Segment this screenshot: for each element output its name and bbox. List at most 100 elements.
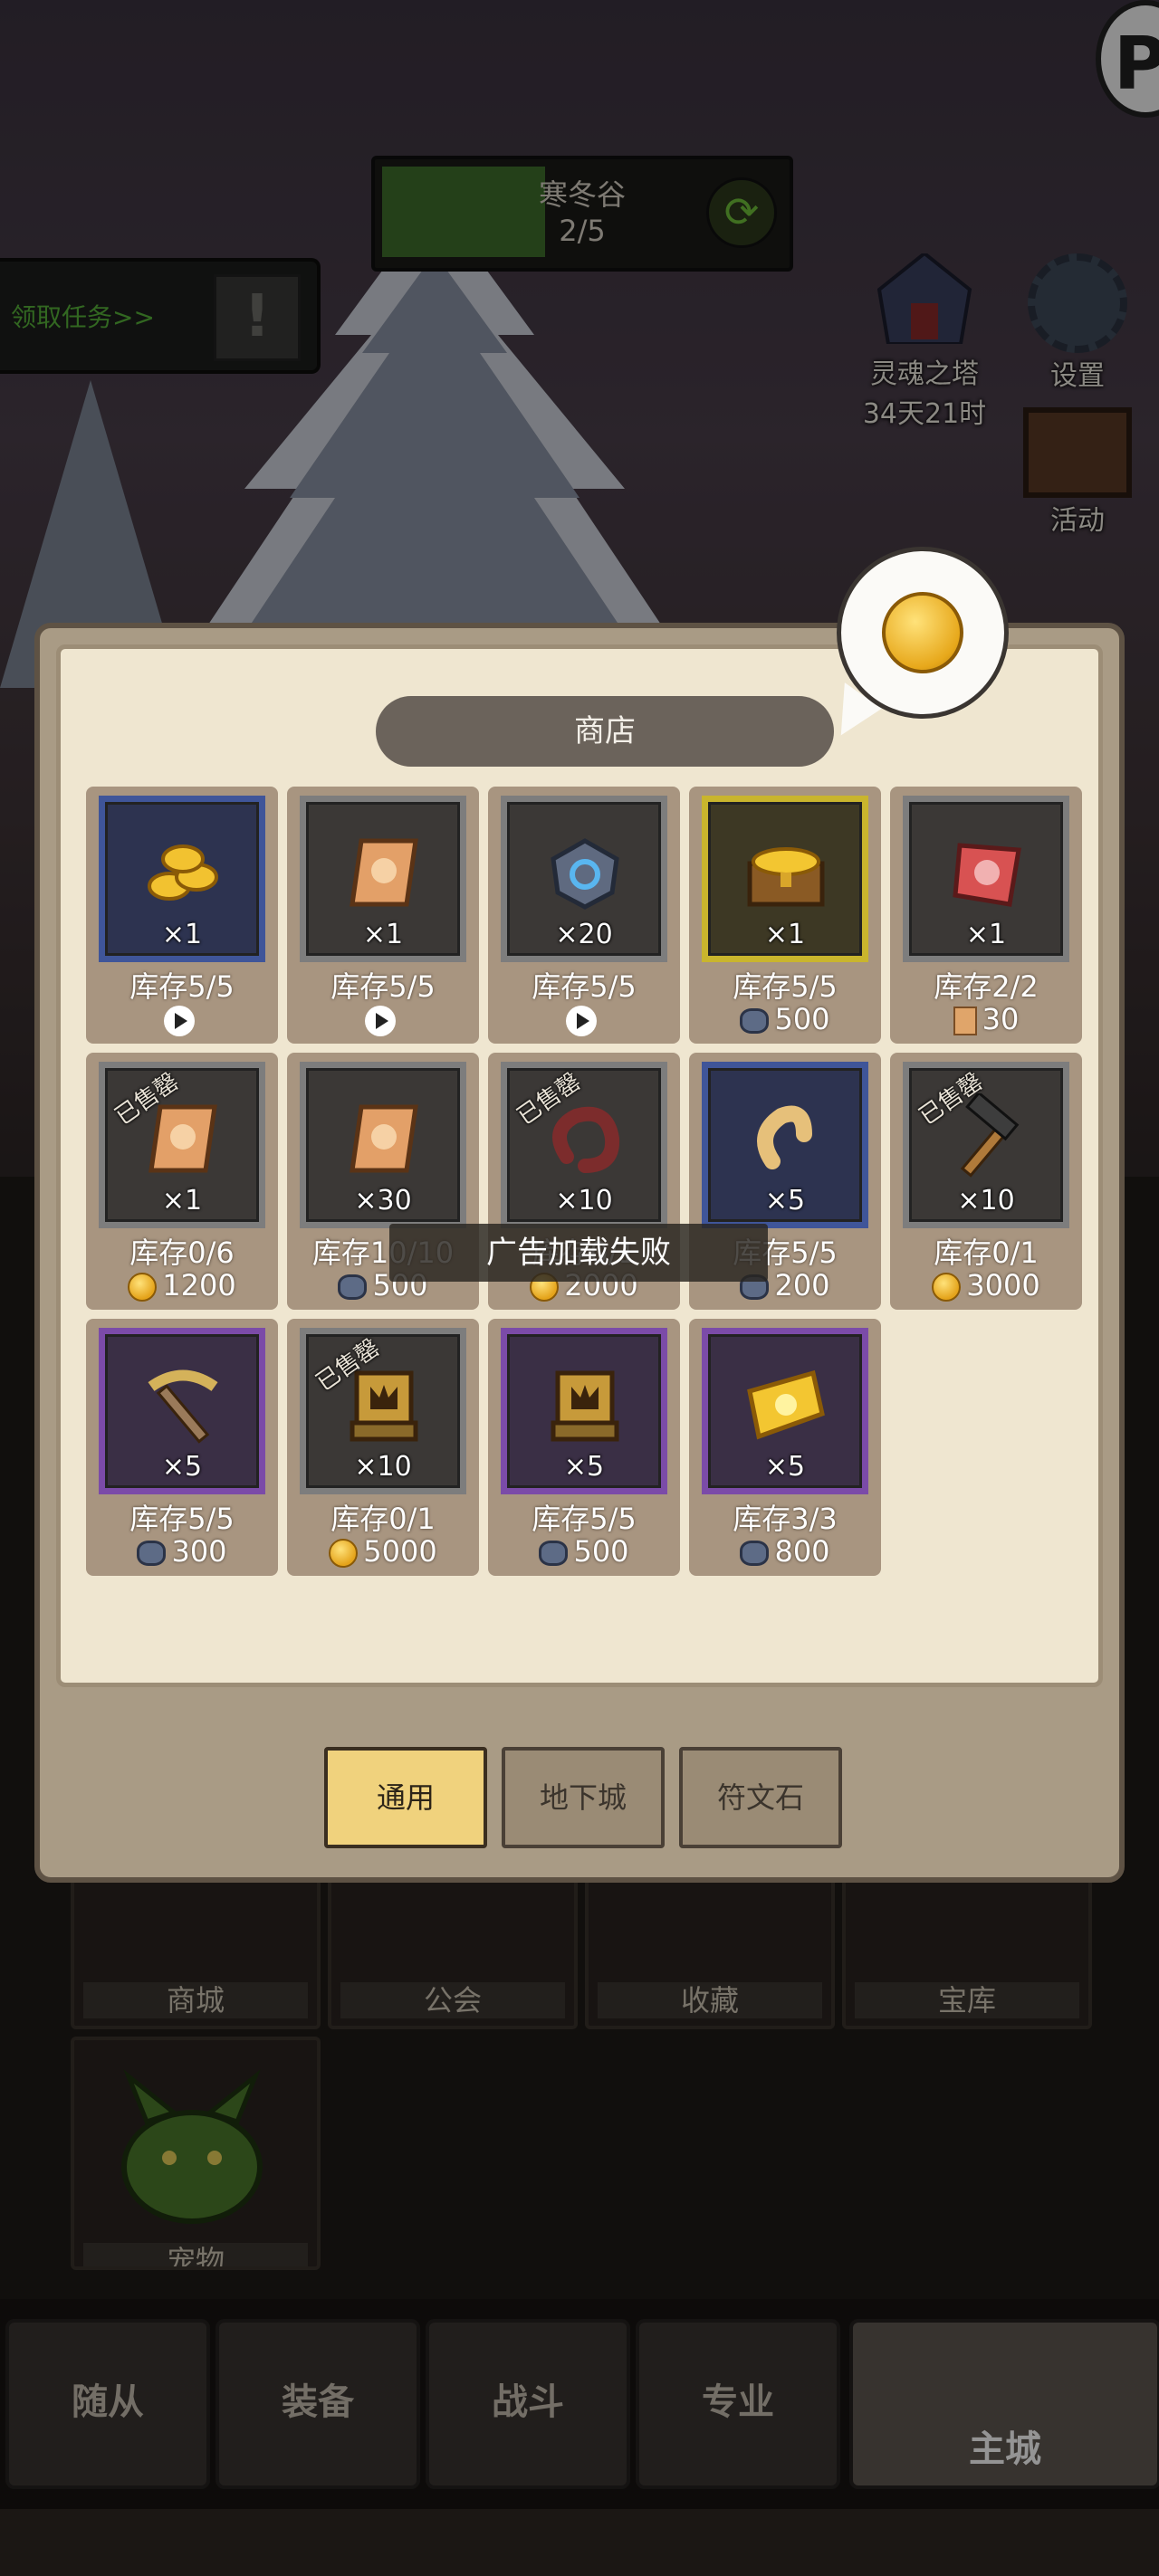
item-stock: 库存0/1	[934, 1236, 1039, 1270]
item-frame: 已售罄 ×10	[300, 1328, 466, 1494]
play-ad-icon	[566, 1006, 597, 1036]
item-price[interactable]: 800	[689, 1534, 881, 1569]
item-price-value: 30	[982, 1002, 1020, 1036]
item-stock: 库存0/1	[330, 1502, 436, 1536]
item-quantity: ×1	[362, 919, 404, 950]
item-frame: ×5	[99, 1328, 265, 1494]
item-price-value: 500	[573, 1534, 629, 1569]
item-frame: ×5	[702, 1328, 868, 1494]
shop-item-card[interactable]: ×1 库存5/5	[86, 787, 278, 1044]
gem-currency-icon	[539, 1541, 569, 1566]
shop-item-card[interactable]: 已售罄 ×10 库存0/1 3000	[890, 1053, 1082, 1310]
pickaxe-icon	[148, 1369, 218, 1444]
item-stock: 库存5/5	[733, 969, 838, 1004]
item-frame: ×5	[501, 1328, 667, 1494]
tab-general[interactable]: 通用	[324, 1747, 487, 1848]
item-frame: ×1	[903, 796, 1069, 962]
tab-dungeon[interactable]: 地下城	[502, 1747, 665, 1848]
shop-paper-panel: 商店 ×1 库存5/5 ×1 库存5/5 ×20 库存5/5 ×1 库存5/5 500 ×1 库存2…	[56, 644, 1103, 1687]
item-frame: ×20	[501, 796, 667, 962]
golden-ticket-icon	[747, 1369, 825, 1440]
item-frame: ×1	[300, 796, 466, 962]
gem-currency-icon	[338, 1274, 368, 1300]
gem-currency-icon	[137, 1541, 167, 1566]
item-quantity: ×1	[764, 919, 806, 950]
rune-gem-icon	[551, 838, 619, 910]
item-frame: ×1	[702, 796, 868, 962]
scroll-icon	[350, 1104, 418, 1173]
shop-item-card[interactable]: ×20 库存5/5	[488, 787, 680, 1044]
item-price[interactable]: 1200	[86, 1268, 278, 1302]
item-price[interactable]	[86, 1002, 278, 1036]
ad-load-failed-toast: 广告加载失败	[389, 1224, 768, 1282]
item-price[interactable]: 30	[890, 1002, 1082, 1036]
item-price[interactable]: 300	[86, 1534, 278, 1569]
item-quantity: ×10	[957, 1185, 1015, 1216]
gold-coins-icon	[148, 844, 218, 901]
item-price-value: 1200	[162, 1268, 236, 1302]
shop-title: 商店	[376, 696, 834, 767]
item-quantity: ×10	[354, 1451, 412, 1483]
play-ad-icon	[164, 1006, 195, 1036]
item-frame: 已售罄 ×1	[99, 1062, 265, 1228]
item-quantity: ×1	[161, 1185, 203, 1216]
item-price[interactable]	[488, 1002, 680, 1036]
item-price[interactable]: 3000	[890, 1268, 1082, 1302]
item-stock: 库存5/5	[129, 969, 235, 1004]
item-quantity: ×1	[161, 919, 203, 950]
shop-item-card[interactable]: 已售罄 ×10 库存0/1 5000	[287, 1319, 479, 1576]
item-price[interactable]	[287, 1002, 479, 1036]
shop-item-card[interactable]: ×5 库存5/5 500	[488, 1319, 680, 1576]
item-stock: 库存5/5	[532, 1502, 637, 1536]
item-price[interactable]: 500	[689, 1002, 881, 1036]
tab-rune-stone[interactable]: 符文石	[679, 1747, 842, 1848]
item-quantity: ×5	[563, 1451, 605, 1483]
larva-icon	[757, 1105, 812, 1169]
item-quantity: ×10	[555, 1185, 613, 1216]
item-frame: ×5	[702, 1062, 868, 1228]
item-quantity: ×20	[555, 919, 613, 950]
item-price-value: 3000	[966, 1268, 1040, 1302]
item-price-value: 300	[171, 1534, 227, 1569]
item-price-value: 200	[774, 1268, 830, 1302]
gold-coin-icon	[882, 592, 963, 673]
item-frame: 已售罄 ×10	[903, 1062, 1069, 1228]
item-stock: 库存0/6	[129, 1236, 235, 1270]
gem-currency-icon	[740, 1541, 770, 1566]
item-stock: 库存5/5	[129, 1502, 235, 1536]
gold-coin-icon	[329, 1539, 359, 1568]
play-ad-icon	[365, 1006, 396, 1036]
item-price[interactable]: 500	[488, 1534, 680, 1569]
shop-item-card[interactable]: ×5 库存3/3 800	[689, 1319, 881, 1576]
item-stock: 库存3/3	[733, 1502, 838, 1536]
coin-bubble-button[interactable]	[837, 547, 1009, 719]
item-quantity: ×30	[354, 1185, 412, 1216]
item-frame: 已售罄 ×10	[501, 1062, 667, 1228]
shop-item-card[interactable]: 已售罄 ×1 库存0/6 1200	[86, 1053, 278, 1310]
item-stock: 库存5/5	[532, 969, 637, 1004]
item-frame: ×30	[300, 1062, 466, 1228]
red-scroll-icon	[953, 843, 1021, 907]
shop-item-card[interactable]: ×1 库存5/5 500	[689, 787, 881, 1044]
scroll-currency-icon	[953, 1007, 977, 1035]
shop-item-card[interactable]: ×5 库存5/5 300	[86, 1319, 278, 1576]
crown-tablet-icon	[551, 1370, 619, 1442]
item-quantity: ×5	[764, 1185, 806, 1216]
item-quantity: ×5	[764, 1451, 806, 1483]
shop-item-card[interactable]: ×1 库存5/5	[287, 787, 479, 1044]
item-stock: 库存5/5	[330, 969, 436, 1004]
scroll-icon	[350, 838, 418, 907]
item-price-value: 5000	[363, 1534, 437, 1569]
treasure-chest-icon	[747, 847, 825, 907]
shop-item-card[interactable]: ×1 库存2/2 30	[890, 787, 1082, 1044]
item-quantity: ×1	[965, 919, 1007, 950]
item-frame: ×1	[99, 796, 265, 962]
gem-currency-icon	[740, 1008, 770, 1034]
item-quantity: ×5	[161, 1451, 203, 1483]
item-price[interactable]: 5000	[287, 1534, 479, 1569]
item-stock: 库存2/2	[934, 969, 1039, 1004]
item-price-value: 800	[774, 1534, 830, 1569]
gold-coin-icon	[128, 1273, 158, 1302]
gold-coin-icon	[932, 1273, 962, 1302]
item-price-value: 500	[774, 1002, 830, 1036]
